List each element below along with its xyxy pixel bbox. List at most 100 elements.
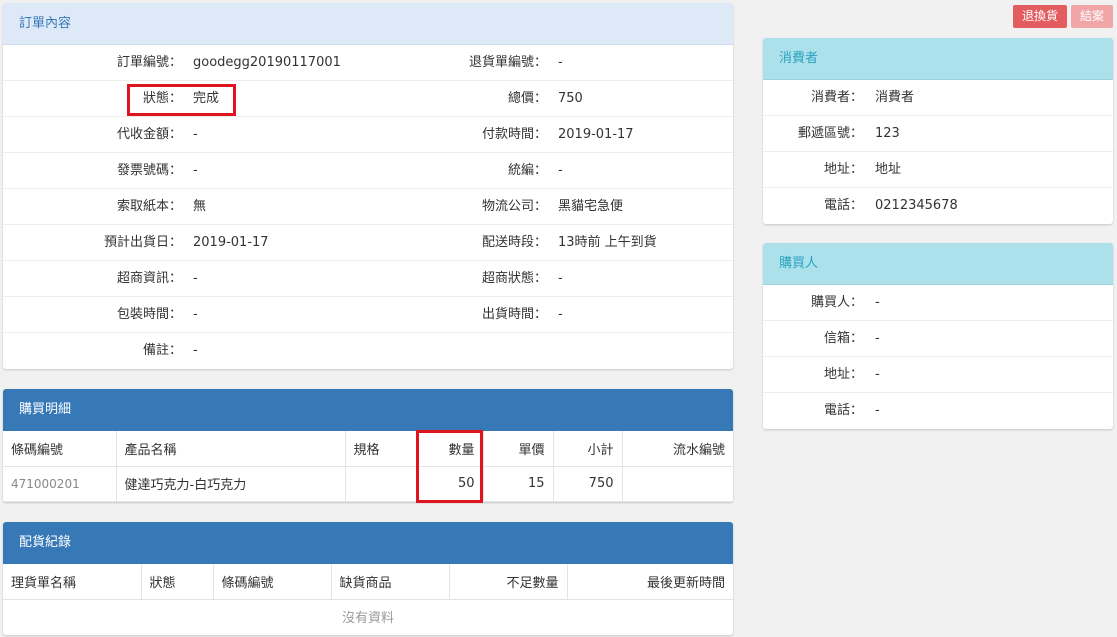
col-barcode[interactable]: 條碼編號 bbox=[3, 431, 117, 467]
field-label: 付款時間： bbox=[481, 127, 547, 142]
buyer-title: 購買人 bbox=[763, 243, 1113, 285]
field-value: - bbox=[193, 307, 198, 322]
col-unit-price[interactable]: 單價 bbox=[483, 431, 554, 467]
field-value: 無 bbox=[193, 199, 207, 214]
spec-cell bbox=[345, 466, 418, 502]
order-field-row: 代收金額： - 付款時間： 2019-01-17 bbox=[3, 117, 733, 153]
col-serial-number[interactable]: 流水編號 bbox=[622, 431, 733, 467]
order-field-row: 包裝時間： - 出貨時間： - bbox=[3, 297, 733, 333]
buyer-field-row: 信箱： - bbox=[763, 321, 1113, 357]
field-label: 訂單編號： bbox=[116, 55, 182, 70]
field-label: 統編： bbox=[507, 163, 547, 178]
field-label: 代收金額： bbox=[116, 127, 182, 142]
order-field-row: 發票號碼： - 統編： - bbox=[3, 153, 733, 189]
field-value: - bbox=[875, 403, 880, 418]
field-value: 消費者 bbox=[875, 90, 915, 105]
field-value: 750 bbox=[558, 91, 583, 106]
table-row[interactable]: 471000201 健達巧克力-白巧克力 50 15 750 bbox=[3, 466, 733, 502]
field-value: 2019-01-17 bbox=[193, 235, 269, 250]
order-field-row: 訂單編號： goodegg20190117001 退貨單編號： - bbox=[3, 45, 733, 81]
buyer-field-row: 電話： - bbox=[763, 393, 1113, 429]
field-label: 備註： bbox=[142, 343, 182, 358]
field-value: 123 bbox=[875, 126, 900, 141]
allocation-record-panel: 配貨紀錄 理貨單名稱 狀態 條碼編號 缺貨商品 不足數量 最後更新時間 沒有資料 bbox=[3, 522, 733, 635]
field-value: - bbox=[193, 343, 198, 358]
order-field-row: 預計出貨日： 2019-01-17 配送時段： 13時前 上午到貨 bbox=[3, 225, 733, 261]
field-label: 地址： bbox=[823, 367, 863, 382]
field-value: 黑貓宅急便 bbox=[558, 199, 624, 214]
field-label: 電話： bbox=[823, 403, 863, 418]
product-name-cell: 健達巧克力-白巧克力 bbox=[116, 466, 346, 502]
unit-price-cell: 15 bbox=[483, 466, 554, 502]
order-fields: 訂單編號： goodegg20190117001 退貨單編號： - 狀態： 完成 總價： 75… bbox=[3, 45, 733, 369]
consumer-field-row: 地址： 地址 bbox=[763, 152, 1113, 188]
field-value: 地址 bbox=[875, 162, 902, 177]
field-label: 退貨單編號： bbox=[468, 55, 547, 70]
consumer-field-row: 郵遞區號： 123 bbox=[763, 116, 1113, 152]
barcode-cell: 471000201 bbox=[3, 466, 117, 502]
order-field-row: 超商資訊： - 超商狀態： - bbox=[3, 261, 733, 297]
col-picking-list-name[interactable]: 理貨單名稱 bbox=[3, 564, 142, 600]
purchase-detail-title: 購買明細 bbox=[3, 389, 733, 431]
field-label: 超商資訊： bbox=[116, 271, 182, 286]
allocation-record-title: 配貨紀錄 bbox=[3, 522, 733, 564]
col-subtotal[interactable]: 小計 bbox=[553, 431, 623, 467]
field-label: 超商狀態： bbox=[481, 271, 547, 286]
field-label: 包裝時間： bbox=[116, 307, 182, 322]
col-spec[interactable]: 規格 bbox=[345, 431, 418, 467]
empty-state: 沒有資料 bbox=[341, 611, 394, 627]
col-out-of-stock-item[interactable]: 缺貨商品 bbox=[331, 564, 450, 600]
field-value: - bbox=[558, 307, 563, 322]
quantity-highlight-box bbox=[416, 430, 483, 503]
consumer-title: 消費者 bbox=[763, 38, 1113, 80]
field-value: - bbox=[875, 331, 880, 346]
field-label: 配送時段： bbox=[481, 235, 547, 250]
order-field-row: 索取紙本： 無 物流公司： 黑貓宅急便 bbox=[3, 189, 733, 225]
order-field-row: 備註： - bbox=[3, 333, 733, 369]
consumer-field-row: 消費者： 消費者 bbox=[763, 80, 1113, 116]
field-label: 預計出貨日： bbox=[103, 235, 182, 250]
subtotal-cell: 750 bbox=[553, 466, 623, 502]
field-label: 信箱： bbox=[823, 331, 863, 346]
col-product-name[interactable]: 產品名稱 bbox=[116, 431, 346, 467]
field-value: goodegg20190117001 bbox=[193, 55, 341, 70]
order-content-title: 訂單內容 bbox=[3, 3, 733, 45]
field-label: 物流公司： bbox=[481, 199, 547, 214]
buyer-fields: 購買人： - 信箱： - 地址： - 電話： - bbox=[763, 285, 1113, 429]
col-shortage-quantity[interactable]: 不足數量 bbox=[449, 564, 568, 600]
buyer-field-row: 購買人： - bbox=[763, 285, 1113, 321]
consumer-fields: 消費者： 消費者 郵遞區號： 123 地址： 地址電話： 0212345678 bbox=[763, 80, 1113, 224]
status-highlight-box bbox=[127, 84, 236, 116]
order-content-panel: 訂單內容 訂單編號： goodegg20190117001 退貨單編號： - 狀態： 完成… bbox=[3, 3, 733, 369]
consumer-panel: 消費者 消費者： 消費者 郵遞區號： 123 地址： 地址電話： 0212345678 bbox=[763, 38, 1113, 224]
field-value: 2019-01-17 bbox=[558, 127, 634, 142]
field-value: - bbox=[193, 127, 198, 142]
consumer-field-row: 電話： 0212345678 bbox=[763, 188, 1113, 224]
field-label: 出貨時間： bbox=[481, 307, 547, 322]
purchase-table: 條碼編號 產品名稱 規格 數量 單價 小計 流水編號 471000201 健達巧… bbox=[3, 431, 733, 502]
purchase-detail-panel: 購買明細 條碼編號 產品名稱 規格 數量 單價 小計 流水編號 47100020… bbox=[3, 389, 733, 502]
field-label: 地址： bbox=[823, 162, 863, 177]
field-label: 電話： bbox=[823, 198, 863, 213]
close-case-button[interactable]: 結案 bbox=[1071, 5, 1113, 28]
col-status[interactable]: 狀態 bbox=[141, 564, 214, 600]
field-label: 總價： bbox=[507, 91, 547, 106]
field-value: - bbox=[558, 271, 563, 286]
field-value: - bbox=[875, 367, 880, 382]
field-value: 13時前 上午到貨 bbox=[558, 235, 657, 250]
field-value: - bbox=[875, 295, 880, 310]
field-label: 索取紙本： bbox=[116, 199, 182, 214]
field-value: 0212345678 bbox=[875, 198, 958, 213]
field-value: - bbox=[193, 163, 198, 178]
field-value: - bbox=[558, 55, 563, 70]
order-field-row: 狀態： 完成 總價： 750 bbox=[3, 81, 733, 117]
col-last-updated[interactable]: 最後更新時間 bbox=[567, 564, 733, 600]
return-exchange-button[interactable]: 退換貨 bbox=[1013, 5, 1067, 28]
allocation-table: 理貨單名稱 狀態 條碼編號 缺貨商品 不足數量 最後更新時間 沒有資料 bbox=[3, 564, 733, 634]
buyer-panel: 購買人 購買人： - 信箱： - 地址： - 電話： - bbox=[763, 243, 1113, 429]
field-value: - bbox=[193, 271, 198, 286]
field-label: 購買人： bbox=[810, 295, 863, 310]
col-barcode[interactable]: 條碼編號 bbox=[213, 564, 332, 600]
buyer-field-row: 地址： - bbox=[763, 357, 1113, 393]
serial-number-cell bbox=[622, 466, 733, 502]
